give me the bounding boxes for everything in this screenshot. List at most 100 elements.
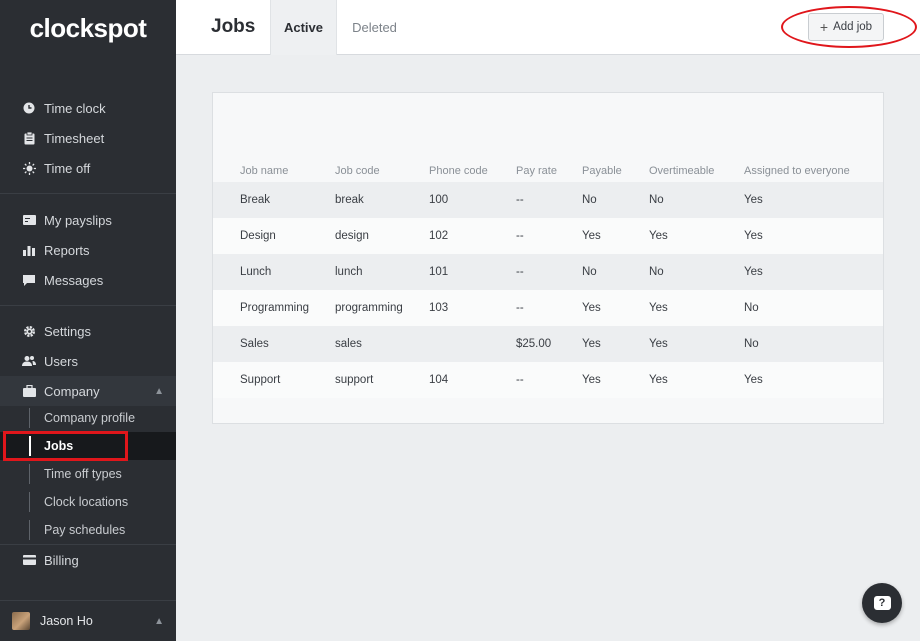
table-cell: 102 bbox=[429, 230, 449, 242]
sidebar-item-label: Reports bbox=[44, 242, 90, 258]
message-icon bbox=[22, 273, 36, 287]
sidebar-item-label: My payslips bbox=[44, 212, 112, 228]
job-name-cell[interactable]: Sales bbox=[240, 338, 269, 350]
help-chat-icon: ? bbox=[873, 596, 891, 610]
table-row[interactable]: Break break 100 -- No No Yes bbox=[213, 182, 883, 218]
app-logo[interactable]: clockspot bbox=[0, 0, 176, 56]
table-cell: Yes bbox=[744, 374, 763, 386]
sidebar-item-clock-locations[interactable]: Clock locations bbox=[0, 488, 176, 516]
column-header[interactable]: Phone code bbox=[429, 165, 488, 177]
table-row[interactable]: Programming programming 103 -- Yes Yes No bbox=[213, 290, 883, 326]
table-row[interactable]: Lunch lunch 101 -- No No Yes bbox=[213, 254, 883, 290]
table-cell: Yes bbox=[744, 266, 763, 278]
sidebar-item-label: Settings bbox=[44, 323, 91, 339]
table-row[interactable]: Support support 104 -- Yes Yes Yes bbox=[213, 362, 883, 398]
table-cell: -- bbox=[516, 194, 524, 206]
table-cell: Yes bbox=[649, 302, 668, 314]
help-button[interactable]: ? bbox=[862, 583, 902, 623]
sidebar-item-timesheet[interactable]: Timesheet bbox=[0, 123, 176, 153]
jobs-highlight-annotation bbox=[3, 431, 128, 461]
sidebar-item-label: Company bbox=[44, 383, 100, 399]
sidebar-item-my-payslips[interactable]: My payslips bbox=[0, 205, 176, 235]
bar-chart-icon bbox=[22, 243, 36, 257]
sidebar-item-label: Messages bbox=[44, 272, 104, 288]
column-header[interactable]: Overtimeable bbox=[649, 165, 714, 177]
user-name: Jason Ho bbox=[40, 614, 93, 628]
table-cell: No bbox=[744, 338, 759, 350]
table-cell: No bbox=[649, 266, 664, 278]
users-icon bbox=[22, 354, 36, 368]
sidebar-item-label: Billing bbox=[44, 552, 79, 568]
briefcase-icon bbox=[22, 384, 36, 398]
table-cell: lunch bbox=[335, 266, 363, 278]
column-header[interactable]: Assigned to everyone bbox=[744, 165, 850, 177]
user-menu-left: Jason Ho bbox=[12, 612, 93, 630]
chevron-up-icon[interactable]: ▲ bbox=[154, 616, 164, 627]
sidebar-item-label: Time off bbox=[44, 160, 91, 176]
job-name-cell[interactable]: Support bbox=[240, 374, 280, 386]
table-cell: Yes bbox=[649, 230, 668, 242]
table-cell: Yes bbox=[744, 194, 763, 206]
credit-card-icon bbox=[22, 553, 36, 567]
user-menu[interactable]: Jason Ho ▲ bbox=[0, 600, 176, 641]
sidebar-divider bbox=[0, 305, 176, 306]
table-cell: Yes bbox=[744, 230, 763, 242]
table-cell: $25.00 bbox=[516, 338, 552, 350]
clock-icon bbox=[22, 101, 36, 115]
table-cell: No bbox=[582, 266, 597, 278]
sidebar-item-users[interactable]: Users bbox=[0, 346, 176, 376]
sidebar-item-billing[interactable]: Billing bbox=[0, 545, 176, 575]
sidebar-item-company-profile[interactable]: Company profile bbox=[0, 404, 176, 432]
table-cell: Yes bbox=[582, 302, 601, 314]
sidebar-item-time-off[interactable]: Time off bbox=[0, 153, 176, 183]
nav-group-time: Time clock Timesheet Time off bbox=[0, 93, 176, 183]
sidebar-item-company[interactable]: Company ▲ bbox=[0, 376, 176, 406]
column-header[interactable]: Payable bbox=[582, 165, 622, 177]
table-row[interactable]: Sales sales $25.00 Yes Yes No bbox=[213, 326, 883, 362]
table-cell: 103 bbox=[429, 302, 449, 314]
company-row-left: Company bbox=[22, 384, 100, 399]
column-header[interactable]: Job name bbox=[240, 165, 288, 177]
table-cell: Yes bbox=[649, 374, 668, 386]
tab-deleted[interactable]: Deleted bbox=[337, 0, 412, 55]
table-cell: sales bbox=[335, 338, 362, 350]
sidebar-item-label: Time clock bbox=[44, 100, 106, 116]
job-name-cell[interactable]: Break bbox=[240, 194, 270, 206]
table-cell: 104 bbox=[429, 374, 449, 386]
page-header: Jobs Active Deleted + Add job bbox=[176, 0, 920, 55]
table-cell: 101 bbox=[429, 266, 449, 278]
column-header[interactable]: Job code bbox=[335, 165, 380, 177]
job-name-cell[interactable]: Design bbox=[240, 230, 276, 242]
sidebar-item-messages[interactable]: Messages bbox=[0, 265, 176, 295]
sidebar-item-settings[interactable]: Settings bbox=[0, 316, 176, 346]
sidebar-item-reports[interactable]: Reports bbox=[0, 235, 176, 265]
table-cell: break bbox=[335, 194, 364, 206]
table-cell: No bbox=[649, 194, 664, 206]
table-cell: Yes bbox=[582, 230, 601, 242]
table-cell: programming bbox=[335, 302, 403, 314]
nav-group-admin: Settings Users bbox=[0, 316, 176, 376]
sidebar-item-label: Timesheet bbox=[44, 130, 105, 146]
sidebar-item-time-clock[interactable]: Time clock bbox=[0, 93, 176, 123]
table-row[interactable]: Design design 102 -- Yes Yes Yes bbox=[213, 218, 883, 254]
table-cell: -- bbox=[516, 302, 524, 314]
column-header[interactable]: Pay rate bbox=[516, 165, 557, 177]
table-cell: 100 bbox=[429, 194, 449, 206]
chevron-up-icon[interactable]: ▲ bbox=[154, 386, 164, 397]
sidebar: clockspot Time clock Timesheet Time off bbox=[0, 0, 176, 641]
company-submenu: Company profile Jobs Time off types Cloc… bbox=[0, 404, 176, 544]
sidebar-item-pay-schedules[interactable]: Pay schedules bbox=[0, 516, 176, 544]
job-name-cell[interactable]: Programming bbox=[240, 302, 309, 314]
tab-active[interactable]: Active bbox=[270, 0, 337, 55]
job-name-cell[interactable]: Lunch bbox=[240, 266, 271, 278]
nav-group-reports: My payslips Reports Messages bbox=[0, 205, 176, 295]
sidebar-item-time-off-types[interactable]: Time off types bbox=[0, 460, 176, 488]
table-cell: -- bbox=[516, 230, 524, 242]
sun-icon bbox=[22, 161, 36, 175]
payslip-icon bbox=[22, 213, 36, 227]
sidebar-item-label: Users bbox=[44, 353, 78, 369]
page-title: Jobs bbox=[211, 16, 256, 37]
table-cell: -- bbox=[516, 374, 524, 386]
table-cell: support bbox=[335, 374, 374, 386]
clipboard-icon bbox=[22, 131, 36, 145]
